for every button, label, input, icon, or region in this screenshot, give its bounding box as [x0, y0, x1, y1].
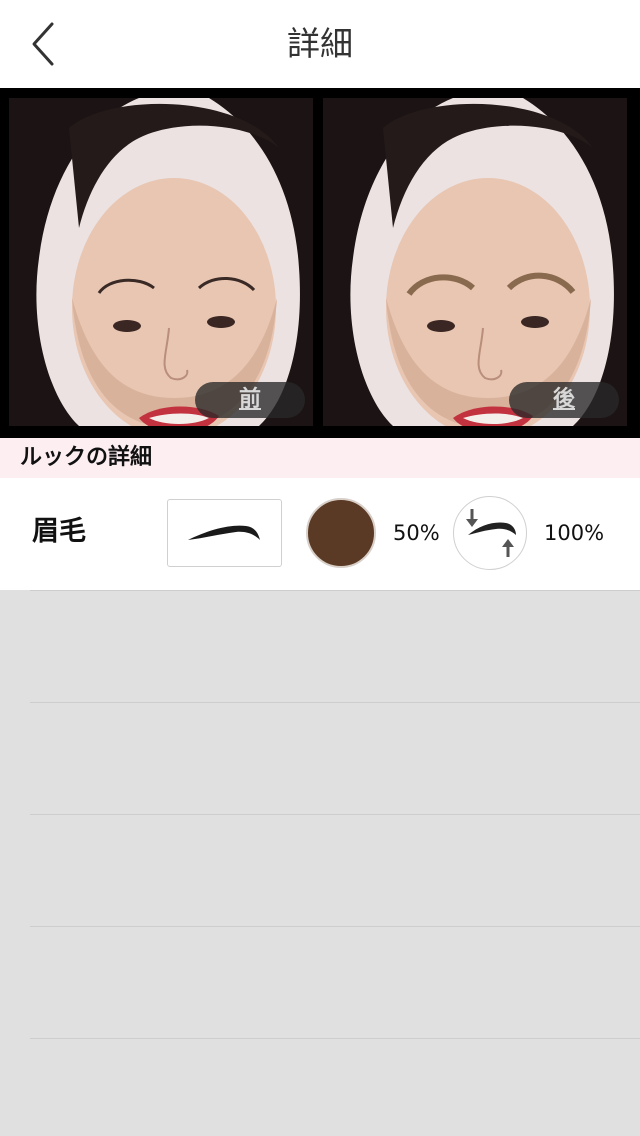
eyebrow-position-button[interactable] [453, 496, 527, 570]
after-photo[interactable]: 後 [323, 98, 627, 426]
section-header: ルックの詳細 [0, 438, 640, 478]
eyebrow-label: 眉毛 [32, 516, 86, 547]
before-after-comparison: 前 後 [0, 88, 640, 438]
eyebrow-opacity-value: 50% [393, 521, 440, 545]
before-photo[interactable]: 前 [9, 98, 313, 426]
eyebrow-shape-button[interactable] [167, 499, 282, 567]
list-item [30, 702, 640, 814]
eyebrow-scale-value: 100% [544, 521, 605, 545]
eyebrow-shape-icon [188, 525, 260, 540]
face-image [9, 98, 313, 426]
before-label: 前 [195, 382, 305, 418]
navigation-bar: 詳細 [0, 0, 640, 88]
list-item [30, 814, 640, 926]
page-title: 詳細 [287, 24, 353, 63]
section-title: ルックの詳細 [20, 445, 153, 470]
list-item [30, 590, 640, 702]
eyebrow-position-icon [466, 509, 516, 557]
eyebrow-detail-row: 眉毛 50% 100% [0, 478, 640, 590]
after-label: 後 [509, 382, 619, 418]
eyebrow-color-swatch[interactable] [306, 498, 376, 568]
face-image [323, 98, 627, 426]
list-item [30, 926, 640, 1038]
list-item [30, 1038, 640, 1136]
